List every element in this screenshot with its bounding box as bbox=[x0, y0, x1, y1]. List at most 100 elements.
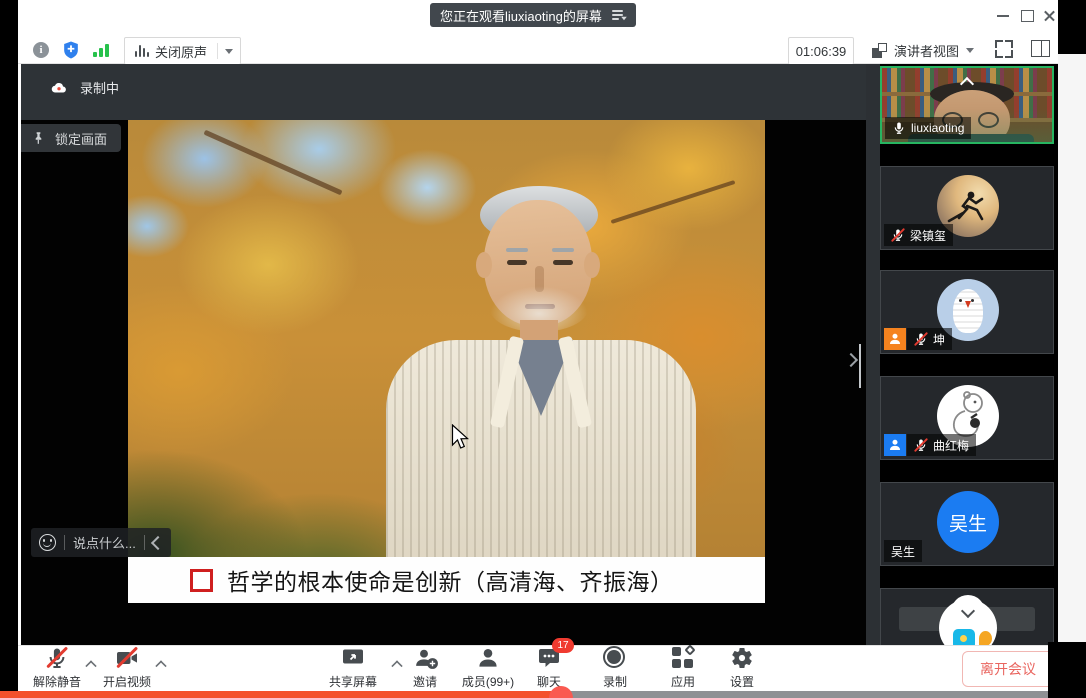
collapse-chat-icon[interactable] bbox=[151, 535, 165, 549]
nameplate: liuxiaoting bbox=[885, 117, 971, 139]
shared-slide-photo: 哲学的根本使命是创新（高清海、齐振海） bbox=[128, 120, 765, 603]
share-screen-button[interactable] bbox=[341, 646, 365, 670]
members-button[interactable] bbox=[476, 646, 500, 670]
pin-label: 锁定画面 bbox=[55, 129, 107, 148]
start-video-label[interactable]: 开启视频 bbox=[103, 673, 151, 690]
members-label[interactable]: 成员(99+) bbox=[462, 673, 514, 690]
leave-meeting-button[interactable]: 离开会议 bbox=[962, 651, 1054, 687]
mic-on-icon bbox=[892, 121, 906, 135]
original-sound-button[interactable]: 关闭原声 bbox=[125, 42, 217, 61]
mic-muted-icon bbox=[914, 332, 928, 346]
scroll-participants-down-button[interactable] bbox=[951, 595, 985, 629]
participant-tile[interactable]: 梁镇玺 bbox=[880, 166, 1054, 250]
participant-tile-liuxiaoting[interactable]: liuxiaoting bbox=[880, 66, 1054, 144]
screen-watch-banner: 您正在观看liuxiaoting的屏幕 bbox=[430, 3, 636, 27]
meeting-timer: 01:06:39 bbox=[788, 37, 854, 65]
layout-icon bbox=[872, 43, 887, 58]
security-shield-icon[interactable] bbox=[61, 40, 81, 60]
sidebar-drag-handle[interactable] bbox=[859, 344, 866, 388]
recording-indicator: 录制中 bbox=[48, 78, 119, 97]
cloud-record-icon bbox=[48, 79, 70, 97]
share-screen-label[interactable]: 共享屏幕 bbox=[329, 673, 377, 690]
owl-body bbox=[953, 289, 983, 333]
mouse-cursor bbox=[451, 424, 469, 450]
mic-muted-icon bbox=[891, 228, 905, 242]
quick-chat-bar[interactable]: 说点什么... bbox=[31, 528, 171, 557]
record-button[interactable] bbox=[603, 646, 627, 670]
settings-label[interactable]: 设置 bbox=[730, 673, 754, 690]
divider bbox=[144, 535, 145, 550]
man-ear bbox=[584, 252, 600, 278]
original-sound-control: 关闭原声 bbox=[124, 37, 241, 65]
side-by-side-layout-button[interactable] bbox=[1031, 40, 1050, 57]
man-eyebrow bbox=[552, 248, 574, 252]
owl-beak bbox=[965, 301, 971, 308]
window-minimize-button[interactable] bbox=[992, 8, 1014, 24]
tree-branch bbox=[203, 130, 342, 196]
recording-label: 录制中 bbox=[80, 78, 119, 97]
participants-sidebar: liuxiaoting 梁镇玺 bbox=[880, 64, 1058, 645]
share-header-strip bbox=[21, 64, 866, 120]
plus-circle-icon bbox=[426, 657, 439, 670]
slide-caption-text: 哲学的根本使命是创新（高清海、齐振海） bbox=[227, 563, 674, 597]
owl-eye bbox=[971, 299, 974, 302]
chevron-down-icon bbox=[966, 48, 974, 53]
divider bbox=[64, 535, 65, 550]
meeting-app: 您正在观看liuxiaoting的屏幕 i 关闭原声 01:06:39 演讲者视… bbox=[0, 0, 1086, 698]
window-close-button[interactable] bbox=[1038, 8, 1060, 24]
banner-menu-icon[interactable] bbox=[612, 10, 626, 20]
meeting-info-icon[interactable]: i bbox=[33, 42, 49, 58]
participant-name: 坤 bbox=[933, 331, 945, 348]
original-sound-dropdown[interactable] bbox=[218, 49, 240, 54]
participant-name: 梁镇玺 bbox=[910, 227, 946, 244]
nameplate: 坤 bbox=[884, 328, 952, 350]
participant-tile[interactable] bbox=[880, 588, 1054, 645]
participant-tile[interactable]: 吴生 吴生 bbox=[880, 482, 1054, 566]
man-eyebrow bbox=[506, 248, 528, 252]
pin-icon bbox=[31, 131, 46, 146]
nameplate: 梁镇玺 bbox=[884, 224, 953, 246]
avatar-initials: 吴生 bbox=[937, 491, 999, 553]
window-maximize-button[interactable] bbox=[1016, 8, 1038, 24]
desktop-corner bbox=[1048, 642, 1086, 698]
person-badge-icon bbox=[884, 434, 906, 456]
mic-muted-icon bbox=[914, 438, 928, 452]
settings-button[interactable] bbox=[730, 646, 754, 670]
audio-wave-icon bbox=[135, 44, 149, 58]
fullscreen-button[interactable] bbox=[995, 40, 1013, 58]
participant-tile[interactable]: 坤 bbox=[880, 270, 1054, 354]
man-eye bbox=[553, 260, 573, 265]
next-page-arrow[interactable] bbox=[846, 352, 856, 370]
pin-view-button[interactable]: 锁定画面 bbox=[21, 124, 121, 152]
start-video-button[interactable] bbox=[115, 646, 139, 670]
screen-watch-title: 您正在观看liuxiaoting的屏幕 bbox=[440, 6, 602, 25]
background-window bbox=[1058, 54, 1086, 642]
invite-button[interactable] bbox=[413, 646, 437, 670]
view-mode-label: 演讲者视图 bbox=[894, 41, 959, 60]
network-signal-icon bbox=[93, 44, 111, 57]
record-label[interactable]: 录制 bbox=[603, 673, 627, 690]
taskbar-strip bbox=[562, 691, 1048, 698]
sidebar-splitter[interactable] bbox=[866, 64, 880, 645]
participant-tile[interactable]: 曲红梅 bbox=[880, 376, 1054, 460]
logo-dot bbox=[960, 635, 967, 642]
nameplate: 吴生 bbox=[884, 540, 922, 562]
man-eye bbox=[507, 260, 527, 265]
apps-button[interactable] bbox=[671, 646, 695, 670]
apps-label[interactable]: 应用 bbox=[671, 673, 695, 690]
share-border-strip bbox=[0, 691, 562, 698]
share-options-chevron[interactable] bbox=[392, 658, 402, 676]
chat-input-placeholder[interactable]: 说点什么... bbox=[73, 533, 136, 552]
owl-eye bbox=[959, 299, 962, 302]
participant-name: 吴生 bbox=[891, 543, 915, 560]
unmute-label[interactable]: 解除静音 bbox=[33, 673, 81, 690]
video-options-chevron[interactable] bbox=[156, 658, 166, 676]
emoji-icon[interactable] bbox=[39, 534, 56, 551]
tree-branch bbox=[611, 180, 736, 224]
view-mode-switcher[interactable]: 演讲者视图 bbox=[872, 37, 974, 63]
invite-label[interactable]: 邀请 bbox=[413, 673, 437, 690]
unmute-button[interactable] bbox=[45, 646, 69, 670]
collapse-videos-icon[interactable] bbox=[962, 76, 972, 94]
audio-options-chevron[interactable] bbox=[86, 658, 96, 676]
slide-caption-bar: 哲学的根本使命是创新（高清海、齐振海） bbox=[128, 557, 765, 603]
